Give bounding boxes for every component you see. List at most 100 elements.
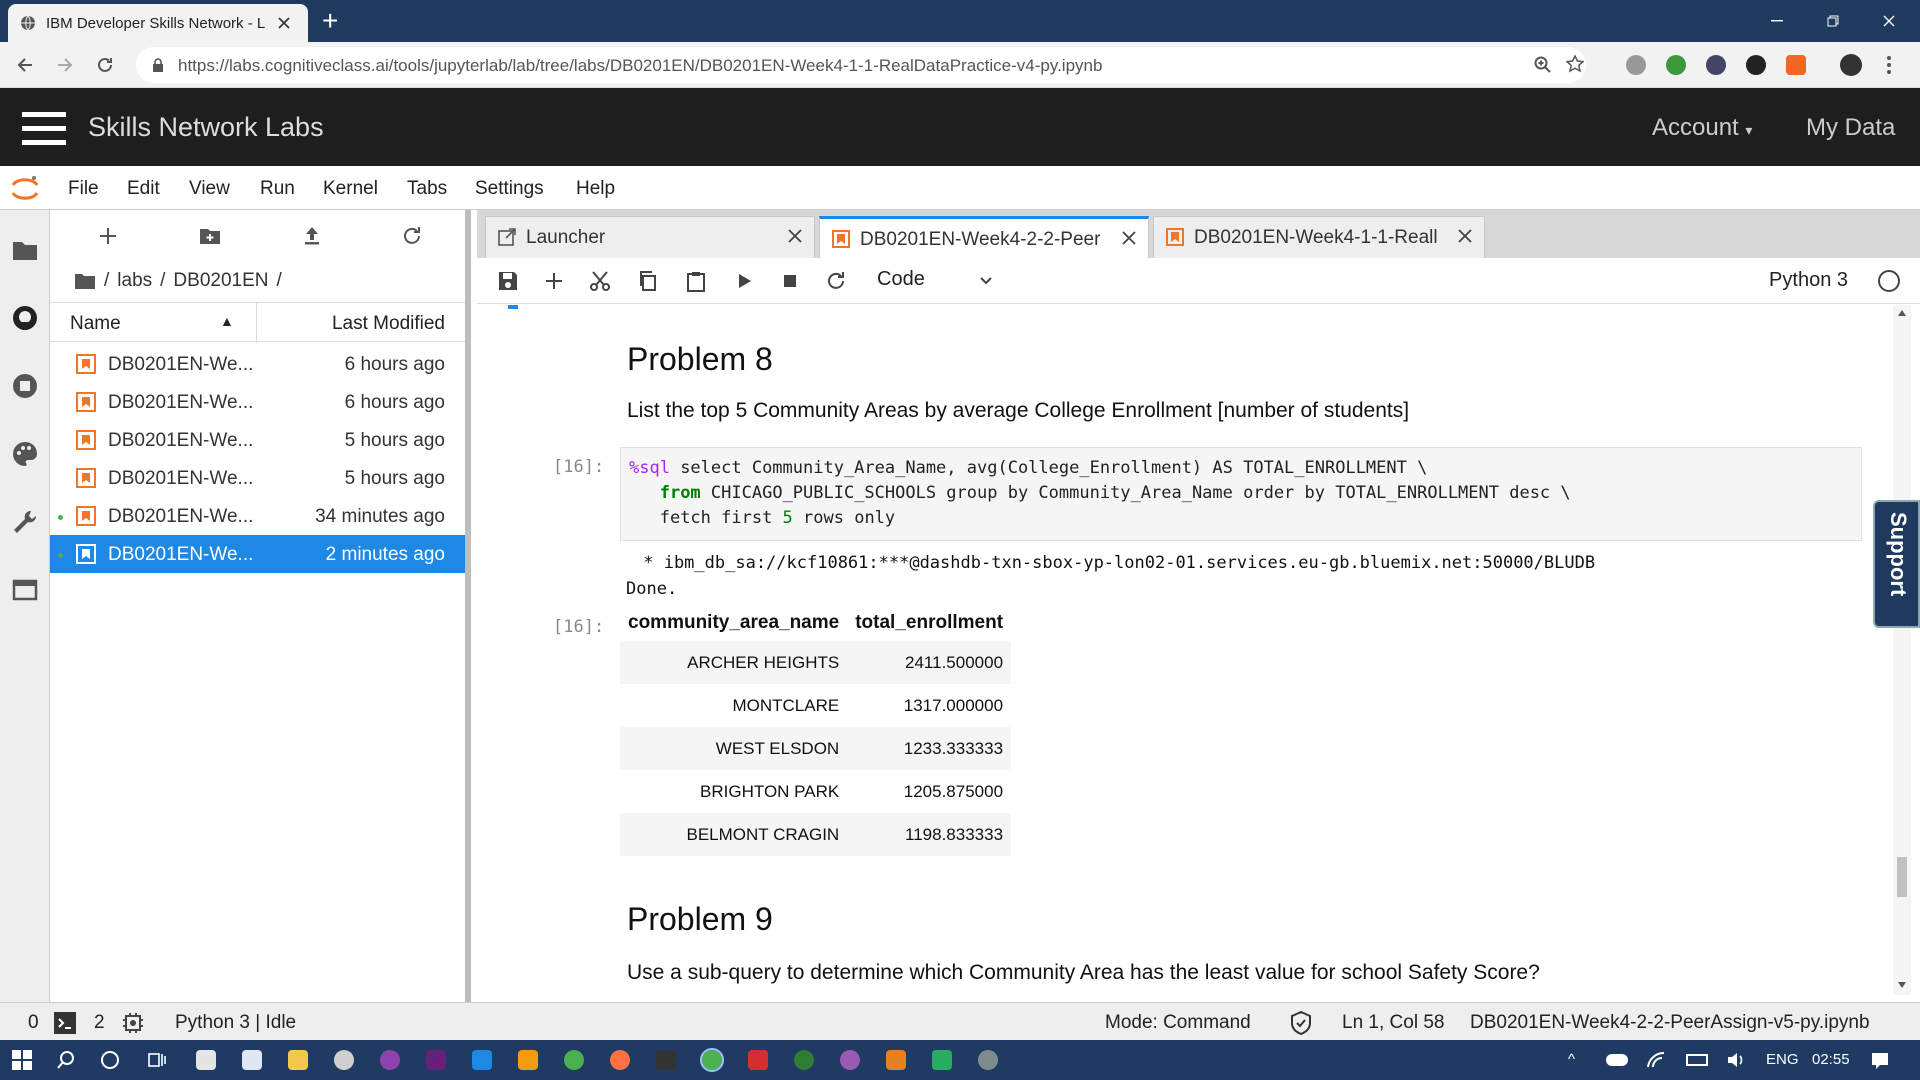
file-row[interactable]: DB0201EN-We... 6 hours ago (50, 383, 465, 421)
sublime-text-icon[interactable] (518, 1050, 538, 1070)
scroll-up-icon[interactable] (1897, 309, 1907, 317)
menu-edit[interactable]: Edit (127, 178, 160, 200)
chat-extension-icon[interactable] (1746, 55, 1766, 75)
adblock-extension-icon[interactable] (1626, 55, 1646, 75)
terminal-icon[interactable] (54, 1012, 76, 1034)
scrollbar-thumb[interactable] (1897, 857, 1907, 897)
menu-file[interactable]: File (68, 178, 99, 200)
restart-icon[interactable] (825, 270, 847, 292)
tab-launcher[interactable]: Launcher (485, 216, 815, 258)
app-icon[interactable] (794, 1050, 814, 1070)
paste-icon[interactable] (685, 270, 707, 292)
copy-icon[interactable] (637, 270, 659, 292)
close-icon[interactable] (1120, 229, 1138, 247)
app-icon[interactable] (380, 1050, 400, 1070)
file-explorer-icon[interactable] (288, 1050, 308, 1070)
code-cell-editor[interactable]: %sql select Community_Area_Name, avg(Col… (620, 447, 1862, 541)
terminal-count[interactable]: 0 (28, 1012, 39, 1034)
breadcrumb-labs[interactable]: labs (117, 270, 152, 292)
tab-peer-assign[interactable]: DB0201EN-Week4-2-2-Peer (819, 216, 1149, 259)
profile-avatar[interactable] (1840, 54, 1862, 76)
cursor-position[interactable]: Ln 1, Col 58 (1342, 1012, 1444, 1034)
notifications-icon[interactable] (1870, 1050, 1890, 1070)
minimize-button[interactable] (1754, 6, 1800, 36)
file-row-selected[interactable]: DB0201EN-We... 2 minutes ago (50, 535, 465, 573)
back-icon[interactable] (16, 56, 34, 74)
tab-real-data-practice[interactable]: DB0201EN-Week4-1-1-Reall (1153, 216, 1485, 258)
column-last-modified[interactable]: Last Modified (332, 313, 445, 335)
chrome-icon[interactable] (564, 1050, 584, 1070)
my-data-link[interactable]: My Data (1806, 114, 1895, 142)
folder-icon[interactable] (74, 272, 96, 290)
save-icon[interactable] (497, 270, 519, 292)
omnibox[interactable]: https://labs.cognitiveclass.ai/tools/jup… (136, 47, 1586, 83)
extension-icon[interactable] (1666, 55, 1686, 75)
new-folder-icon[interactable] (198, 224, 222, 248)
kernel-chip-icon[interactable] (122, 1012, 144, 1034)
close-icon[interactable] (1456, 227, 1474, 245)
search-icon[interactable] (56, 1050, 76, 1070)
tabs-icon[interactable] (11, 576, 39, 604)
menu-settings[interactable]: Settings (475, 178, 544, 200)
chrome-active-icon[interactable] (700, 1048, 724, 1072)
column-name[interactable]: Name ▲ (70, 313, 234, 335)
file-row[interactable]: DB0201EN-We... 5 hours ago (50, 459, 465, 497)
scroll-down-icon[interactable] (1897, 981, 1907, 989)
github-icon[interactable] (11, 304, 39, 332)
kernel-name[interactable]: Python 3 (1769, 269, 1848, 292)
reload-icon[interactable] (96, 56, 114, 74)
menu-tabs[interactable]: Tabs (407, 178, 447, 200)
clock[interactable]: 02:55 (1812, 1051, 1850, 1068)
support-button[interactable]: Support (1873, 500, 1920, 628)
forward-icon[interactable] (56, 56, 74, 74)
git-icon[interactable] (932, 1050, 952, 1070)
acrobat-icon[interactable] (748, 1050, 768, 1070)
stop-icon[interactable] (779, 270, 801, 292)
folder-icon[interactable] (11, 236, 39, 264)
cut-icon[interactable] (589, 270, 611, 292)
file-row[interactable]: DB0201EN-We... 6 hours ago (50, 345, 465, 383)
cell-type-select[interactable]: Code (877, 268, 925, 291)
link-extension-icon[interactable] (1706, 55, 1726, 75)
running-sessions-icon[interactable] (11, 372, 39, 400)
store-app-icon[interactable] (196, 1050, 216, 1070)
firefox-icon[interactable] (610, 1050, 630, 1070)
close-window-button[interactable] (1866, 6, 1912, 36)
file-row[interactable]: DB0201EN-We... 34 minutes ago (50, 497, 465, 535)
language-indicator[interactable]: ENG (1766, 1051, 1799, 1068)
media-app-icon[interactable] (334, 1050, 354, 1070)
breadcrumb-db0201en[interactable]: DB0201EN (173, 270, 268, 292)
chevron-up-icon[interactable]: ^ (1568, 1051, 1575, 1068)
new-tab-button[interactable]: + (322, 6, 338, 36)
task-view-icon[interactable] (146, 1050, 166, 1070)
file-row[interactable]: DB0201EN-We... 5 hours ago (50, 421, 465, 459)
volume-icon[interactable] (1726, 1051, 1746, 1069)
visual-studio-icon[interactable] (426, 1050, 446, 1070)
app-icon[interactable] (978, 1050, 998, 1070)
account-menu[interactable]: Account ▾ (1652, 114, 1752, 142)
vscode-icon[interactable] (472, 1050, 492, 1070)
column-divider[interactable] (256, 303, 257, 343)
hamburger-menu-icon[interactable] (22, 112, 66, 146)
notebook-scrollbar[interactable] (1893, 305, 1911, 995)
new-launcher-icon[interactable] (96, 224, 120, 248)
kernel-count[interactable]: 2 (94, 1012, 105, 1034)
restore-button[interactable] (1810, 6, 1856, 36)
notebook-panel[interactable]: Problem 8 List the top 5 Community Areas… (483, 305, 1893, 995)
star-icon[interactable] (1566, 55, 1584, 73)
run-icon[interactable] (733, 270, 755, 292)
mail-app-icon[interactable] (242, 1050, 262, 1070)
menu-view[interactable]: View (189, 178, 230, 200)
battery-icon[interactable] (1686, 1054, 1708, 1066)
onedrive-icon[interactable] (1606, 1054, 1628, 1066)
kernel-status[interactable]: Python 3 | Idle (175, 1012, 296, 1034)
browser-tab[interactable]: IBM Developer Skills Network - L (8, 4, 308, 42)
vlc-icon[interactable] (886, 1050, 906, 1070)
cortana-icon[interactable] (100, 1050, 120, 1070)
puzzle-extension-icon[interactable] (1786, 55, 1806, 75)
upload-icon[interactable] (300, 224, 324, 248)
terminal-app-icon[interactable] (656, 1050, 676, 1070)
menu-kernel[interactable]: Kernel (323, 178, 378, 200)
zoom-icon[interactable] (1534, 56, 1552, 74)
wifi-icon[interactable] (1646, 1051, 1666, 1069)
